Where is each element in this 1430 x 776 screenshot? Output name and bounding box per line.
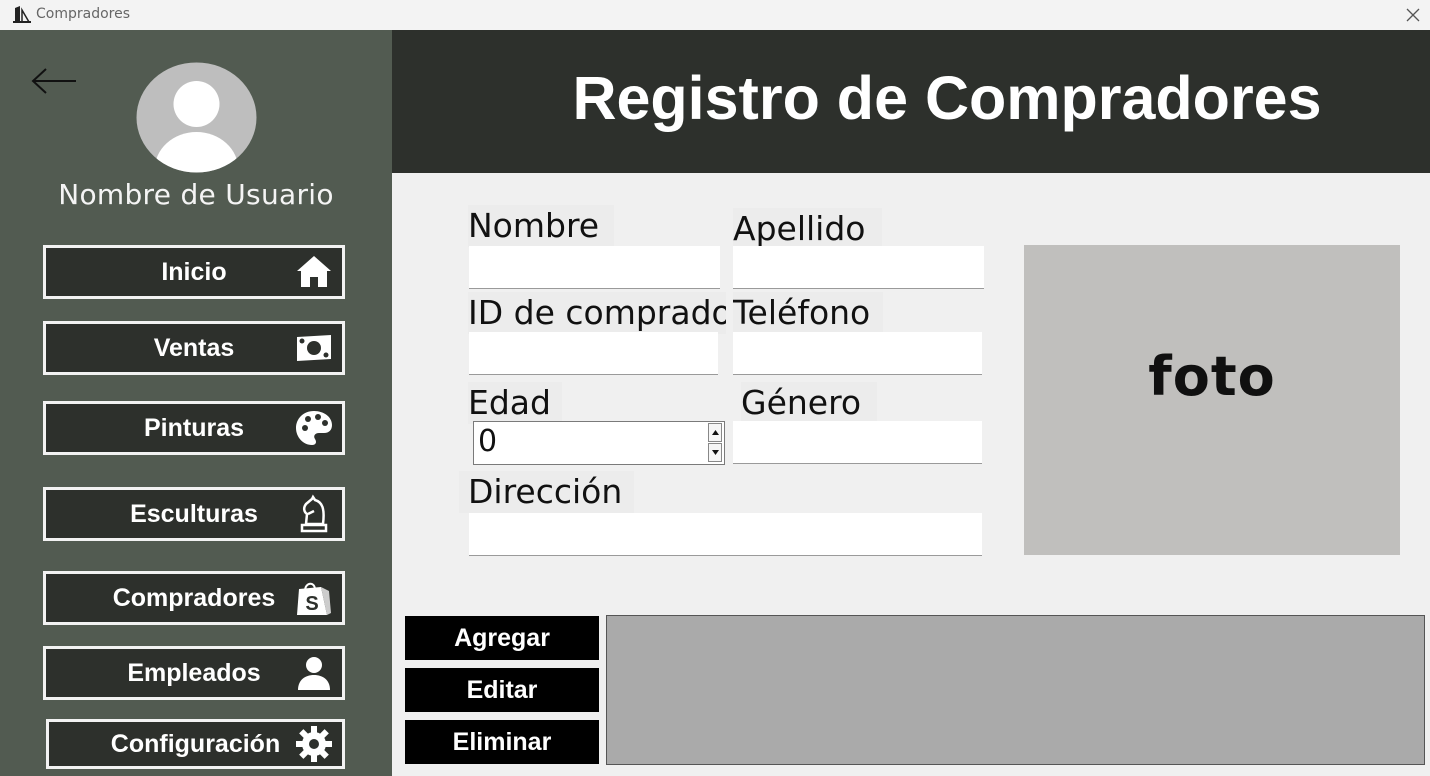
page-header: Registro de Compradores — [392, 30, 1430, 173]
shopping-bag-icon: S — [297, 582, 331, 615]
id-comprador-label: ID de comprado — [468, 292, 726, 334]
username: Nombre de Usuario — [58, 178, 334, 211]
add-button[interactable]: Agregar — [405, 616, 599, 660]
spinner-up-button[interactable] — [708, 423, 722, 442]
app-icon — [13, 6, 31, 23]
close-icon — [1406, 8, 1420, 22]
photo-label: foto — [1148, 345, 1276, 408]
user-icon — [298, 657, 330, 690]
edit-button[interactable]: Editar — [405, 668, 599, 712]
svg-text:S: S — [305, 593, 318, 615]
id-comprador-field[interactable] — [469, 332, 718, 375]
avatar — [136, 62, 257, 173]
close-button[interactable] — [1396, 0, 1430, 30]
triangle-down-icon — [712, 450, 719, 455]
triangle-up-icon — [712, 430, 719, 435]
telefono-label: Teléfono — [733, 292, 883, 334]
spinner-down-button[interactable] — [708, 443, 722, 462]
photo-box[interactable]: foto — [1024, 245, 1400, 555]
chess-knight-icon — [300, 494, 328, 533]
sidebar-item-configuracion[interactable]: Configuración — [46, 719, 345, 769]
nombre-label: Nombre — [468, 205, 614, 247]
apellido-field[interactable] — [733, 246, 984, 289]
nombre-field[interactable] — [469, 246, 720, 289]
buyers-table[interactable] — [606, 615, 1425, 765]
edad-value: 0 — [478, 424, 498, 459]
money-icon — [297, 335, 331, 361]
sidebar-item-ventas[interactable]: Ventas — [43, 321, 345, 375]
sidebar-item-compradores[interactable]: Compradores S — [43, 571, 345, 625]
window-titlebar: Compradores — [0, 0, 1430, 30]
apellido-label: Apellido — [733, 208, 882, 250]
sidebar-item-pinturas[interactable]: Pinturas — [43, 401, 345, 455]
palette-icon — [296, 411, 332, 445]
edad-spinner[interactable]: 0 — [473, 421, 725, 465]
telefono-field[interactable] — [733, 332, 982, 375]
back-arrow-icon[interactable] — [30, 67, 78, 95]
home-icon — [297, 256, 331, 287]
sidebar-item-empleados[interactable]: Empleados — [43, 646, 345, 700]
direccion-field[interactable] — [469, 513, 982, 556]
sidebar-item-inicio[interactable]: Inicio — [43, 245, 345, 299]
sidebar-item-esculturas[interactable]: Esculturas — [43, 487, 345, 541]
direccion-label: Dirección — [459, 471, 634, 513]
window-title: Compradores — [36, 6, 131, 22]
page-title: Registro de Compradores — [572, 64, 1322, 132]
edad-label: Edad — [468, 382, 562, 424]
gear-icon — [296, 726, 332, 762]
delete-button[interactable]: Eliminar — [405, 720, 599, 764]
genero-field[interactable] — [733, 421, 982, 464]
genero-label: Género — [741, 382, 877, 424]
